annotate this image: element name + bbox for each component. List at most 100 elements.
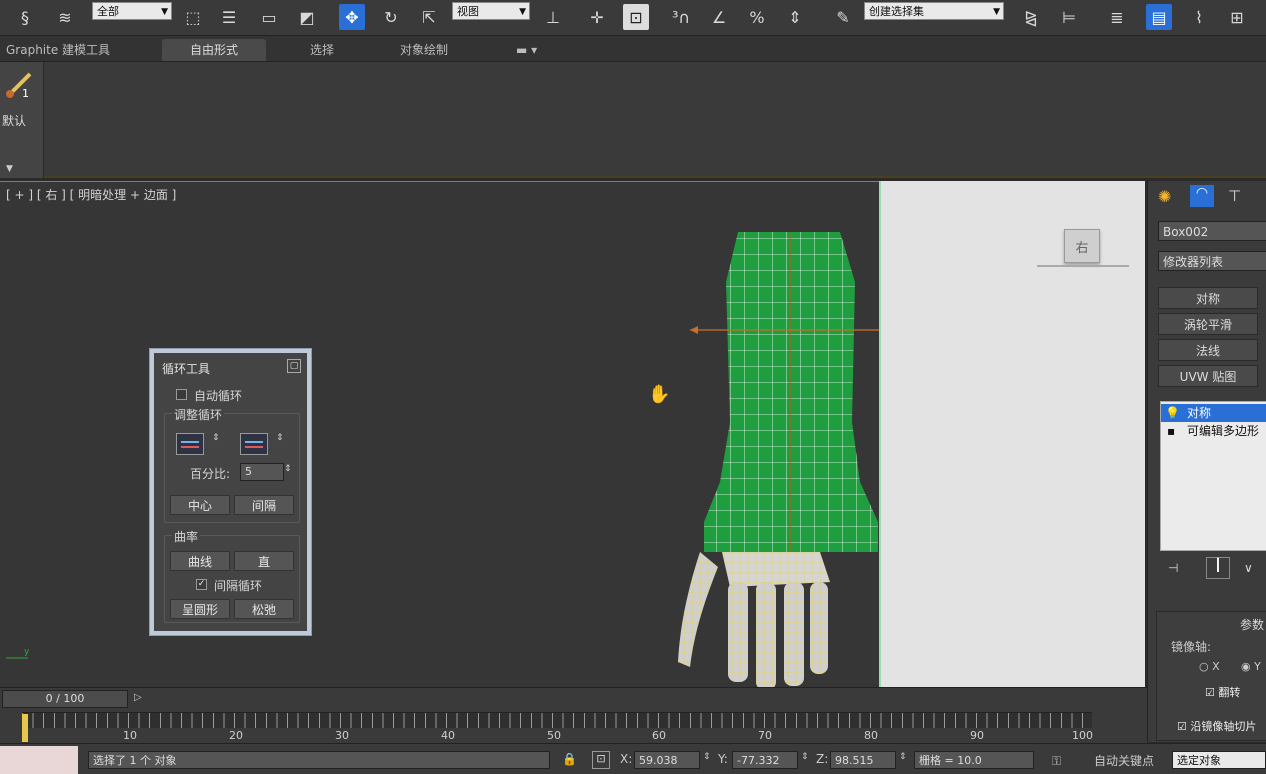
paint-brush-icon: 1 [4, 70, 36, 100]
turbosmooth-button[interactable]: 涡轮平滑 [1158, 313, 1258, 335]
ribbon-options-icon[interactable]: ▬ ▾ [516, 39, 537, 61]
flip-checkbox[interactable]: ☑ 翻转 [1205, 684, 1240, 700]
schematic-view-icon[interactable]: ⊞ [1224, 4, 1250, 30]
lock-icon[interactable]: 🔒 [562, 752, 577, 766]
uvw-map-button[interactable]: UVW 贴图 [1158, 365, 1258, 387]
time-slider[interactable]: 0 / 100 [2, 690, 128, 708]
axis-y-radio[interactable]: ◉ Y [1241, 660, 1261, 673]
tick-label: 80 [864, 729, 878, 742]
space-loop-label: 间隔循环 [214, 579, 263, 593]
select-object-icon[interactable]: ⬚ [180, 4, 206, 30]
brush-group[interactable]: 1 默认 ▼ [0, 62, 44, 178]
percent-spinner-icon[interactable]: ⇕ [284, 464, 292, 474]
next-frame-icon[interactable]: ▷ [134, 692, 142, 703]
hierarchy-tab-icon[interactable]: ⊤ [1228, 187, 1241, 205]
symmetry-button[interactable]: 对称 [1158, 287, 1258, 309]
x-coordinate-field[interactable]: 59.038 [634, 751, 700, 769]
object-name-field[interactable]: Box002 [1158, 221, 1266, 241]
viewport-background-panel[interactable]: 右 [879, 181, 1145, 687]
unlink-icon[interactable]: § [12, 4, 38, 30]
keyboard-shortcut-icon[interactable]: ⊡ [623, 4, 649, 30]
window-crossing-icon[interactable]: ◩ [294, 4, 320, 30]
params-title[interactable]: 参数 [1240, 616, 1264, 633]
modifier-stack[interactable]: 💡 对称 ▪ 可编辑多边形 [1160, 401, 1266, 551]
absolute-mode-icon[interactable]: ⊡ [592, 751, 610, 769]
named-selection-dropdown[interactable]: 创建选择集 ▼ [864, 2, 1004, 20]
stack-item-symmetry[interactable]: 💡 对称 [1161, 404, 1266, 422]
key-filter-dropdown[interactable]: 选定对象 [1172, 751, 1266, 769]
pivot-icon[interactable]: ⊥ [540, 4, 566, 30]
expand-icon[interactable]: ▪ [1167, 422, 1175, 440]
curve-editor-icon[interactable]: ⌇ [1186, 4, 1212, 30]
viewcube-ring[interactable] [1037, 265, 1129, 267]
modifier-list-dropdown[interactable]: 修改器列表 [1158, 251, 1266, 271]
expand-arrow-icon[interactable]: ▼ [6, 164, 13, 174]
selection-filter-dropdown[interactable]: 全部 ▼ [92, 2, 172, 20]
tab-graphite[interactable]: Graphite 建模工具 [6, 39, 110, 61]
create-tab-icon[interactable]: ✺ [1158, 187, 1171, 206]
auto-key-button[interactable]: 自动关键点 [1094, 752, 1154, 769]
ref-coord-dropdown[interactable]: 视图 ▼ [452, 2, 530, 20]
select-scale-icon[interactable]: ⇱ [416, 4, 442, 30]
percent-snap-icon[interactable]: % [744, 4, 770, 30]
curve-button[interactable]: 曲线 [170, 551, 230, 571]
bind-space-warp-icon[interactable]: ≋ [52, 4, 78, 30]
tab-freeform[interactable]: 自由形式 [162, 39, 267, 61]
spinner-snap-icon[interactable]: ⇕ [782, 4, 808, 30]
time-marker[interactable] [22, 714, 28, 742]
tab-object-paint[interactable]: 对象绘制 [400, 39, 448, 61]
relax-button[interactable]: 松弛 [234, 599, 294, 619]
show-end-result-icon[interactable]: ┃ [1206, 557, 1230, 579]
viewcube[interactable]: 右 [1064, 229, 1100, 263]
stack-item-editable-poly[interactable]: ▪ 可编辑多边形 [1161, 422, 1266, 440]
maxscript-listener[interactable] [0, 746, 78, 774]
edit-named-sel-icon[interactable]: ✎ [830, 4, 856, 30]
spinner-icon-2[interactable]: ⇕ [276, 433, 284, 443]
percent-input[interactable]: 5 [240, 463, 284, 481]
center-button[interactable]: 中心 [170, 495, 230, 515]
select-move-icon[interactable]: ✥ [339, 4, 365, 30]
slice-checkbox[interactable]: ☑ 沿镜像轴切片 [1177, 718, 1256, 734]
axis-x-radio[interactable]: ○ X [1199, 660, 1220, 673]
y-label: Y: [718, 752, 728, 766]
straight-button[interactable]: 直 [234, 551, 294, 571]
graphite-icon[interactable]: ▤ [1146, 4, 1172, 30]
snaps-toggle-icon[interactable]: ³∩ [668, 4, 694, 30]
y-spinner-icon[interactable]: ⇕ [801, 752, 809, 762]
arm-mesh[interactable] [660, 222, 880, 692]
auto-loop-checkbox[interactable] [176, 389, 187, 400]
loop-shape-2-button[interactable] [240, 433, 268, 455]
loop-tools-window[interactable]: 循环工具 ▢ 自动循环 调整循环 ⇕ ⇕ 百分比: 5 ⇕ 中心 间隔 曲率 曲… [149, 348, 312, 636]
circle-button[interactable]: 呈圆形 [170, 599, 230, 619]
spinner-icon[interactable]: ⇕ [212, 433, 220, 443]
align-icon[interactable]: ⊨ [1056, 4, 1082, 30]
timeline: 0 / 100 ▷ 10 20 30 40 50 60 70 80 90 100 [0, 687, 1147, 743]
manipulate-icon[interactable]: ✛ [584, 4, 610, 30]
track-bar[interactable] [22, 712, 1092, 728]
mirror-icon[interactable]: ⧎ [1018, 4, 1044, 30]
y-coordinate-field[interactable]: -77.332 [732, 751, 798, 769]
rect-select-icon[interactable]: ▭ [256, 4, 282, 30]
select-rotate-icon[interactable]: ↻ [378, 4, 404, 30]
x-spinner-icon[interactable]: ⇕ [703, 752, 711, 762]
make-unique-icon[interactable]: ∨ [1244, 561, 1253, 575]
pin-stack-icon[interactable]: ⊣ [1168, 561, 1178, 575]
spacing-button[interactable]: 间隔 [234, 495, 294, 515]
close-icon[interactable]: ▢ [287, 359, 301, 373]
normal-button[interactable]: 法线 [1158, 339, 1258, 361]
modify-tab-icon[interactable]: ◠ [1190, 185, 1214, 207]
viewport-label[interactable]: [ + ] [ 右 ] [ 明暗处理 + 边面 ] [6, 186, 176, 203]
key-icon[interactable]: ⚿ [1052, 754, 1061, 769]
space-loop-checkbox[interactable]: ✓ [196, 579, 207, 590]
lightbulb-icon[interactable]: 💡 [1165, 404, 1180, 422]
viewport-right[interactable]: [ + ] [ 右 ] [ 明暗处理 + 边面 ] ✋ y [0, 181, 880, 690]
angle-snap-icon[interactable]: ∠ [706, 4, 732, 30]
brush-label: 默认 [2, 114, 27, 128]
tab-selection[interactable]: 选择 [310, 39, 334, 61]
loop-shape-1-button[interactable] [176, 433, 204, 455]
z-spinner-icon[interactable]: ⇕ [899, 752, 907, 762]
layer-manager-icon[interactable]: ≣ [1104, 4, 1130, 30]
auto-loop-label: 自动循环 [194, 389, 243, 403]
z-coordinate-field[interactable]: 98.515 [830, 751, 896, 769]
select-by-name-icon[interactable]: ☰ [216, 4, 242, 30]
